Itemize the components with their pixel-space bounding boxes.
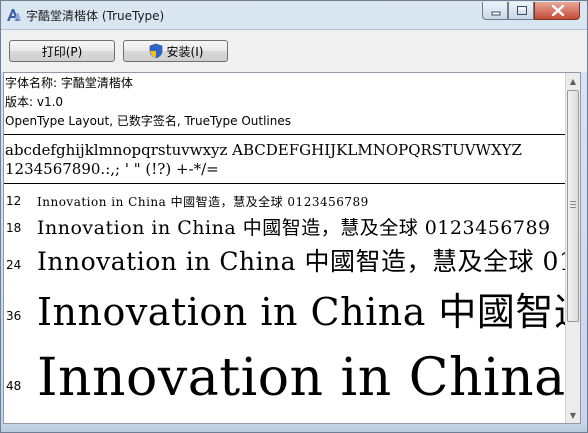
scroll-up-arrow-icon[interactable]: ▲ — [566, 73, 580, 89]
sample-text: Innovation in China 中國智造，慧及全球 0123456789 — [37, 195, 369, 209]
sample-size-label: 12 — [6, 194, 22, 208]
sample-text: Innovation in China 中國智造，慧及全球 0123456789 — [37, 348, 567, 408]
divider — [4, 134, 567, 135]
maximize-button[interactable] — [508, 2, 534, 20]
scrollbar-thumb[interactable] — [567, 90, 579, 322]
scroll-down-arrow-icon[interactable]: ▼ — [566, 407, 580, 423]
charset-digits: 1234567890.:,; ' " (!?) +-*/= — [5, 160, 219, 178]
install-label: 安装(I) — [166, 44, 204, 59]
font-app-icon — [5, 7, 21, 23]
minimize-icon — [491, 11, 501, 16]
font-info: 字体名称: 字酷堂清楷体 版本: v1.0 OpenType Layout, 已… — [5, 74, 565, 131]
sample-row-24: 24 Innovation in China 中國智造，慧及全球 0123456… — [4, 241, 567, 281]
sample-text: Innovation in China 中國智造，慧及全球 0123456789 — [37, 290, 567, 334]
toolbar: 打印(P) 安装(I) — [1, 29, 587, 72]
sample-size-label: 24 — [6, 258, 22, 272]
sample-size-label: 18 — [6, 221, 22, 235]
maximize-icon — [517, 6, 527, 15]
print-label: 打印(P) — [41, 44, 83, 59]
sample-row-36: 36 Innovation in China 中國智造，慧及全球 0123456… — [4, 279, 567, 339]
font-viewer-window: 字酷堂清楷体 (TrueType) 打印(P) 安装(I) 字体名称: 字酷堂清… — [0, 0, 588, 433]
charset-preview: abcdefghijklmnopqrstuvwxyz ABCDEFGHIJKLM… — [5, 141, 522, 179]
sample-size-label: 36 — [6, 309, 22, 323]
sample-text: Innovation in China 中國智造，慧及全球 0123456789 — [37, 247, 567, 276]
sample-row-48: 48 Innovation in China 中國智造，慧及全球 0123456… — [4, 333, 567, 413]
sample-row-18: 18 Innovation in China 中國智造，慧及全球 0123456… — [4, 211, 567, 241]
font-features: OpenType Layout, 已数字签名, TrueType Outline… — [5, 114, 292, 128]
font-version: 版本: v1.0 — [5, 95, 64, 109]
window-bottom-border — [1, 425, 587, 432]
uac-shield-icon — [149, 43, 162, 59]
install-button[interactable]: 安装(I) — [123, 40, 228, 62]
sample-size-label: 48 — [6, 379, 22, 393]
charset-letters: abcdefghijklmnopqrstuvwxyz ABCDEFGHIJKLM… — [5, 141, 522, 159]
minimize-button[interactable] — [482, 2, 508, 20]
window-title: 字酷堂清楷体 (TrueType) — [26, 9, 165, 23]
sample-row-12: 12 Innovation in China 中國智造，慧及全球 0123456… — [4, 190, 567, 210]
font-preview-pane[interactable]: 字体名称: 字酷堂清楷体 版本: v1.0 OpenType Layout, 已… — [3, 72, 581, 424]
vertical-scrollbar[interactable]: ▲ ▼ — [565, 73, 580, 423]
title-bar[interactable]: 字酷堂清楷体 (TrueType) — [1, 1, 587, 29]
sample-text: Innovation in China 中國智造，慧及全球 0123456789 — [37, 217, 551, 239]
close-button[interactable] — [534, 2, 580, 20]
font-name: 字体名称: 字酷堂清楷体 — [5, 76, 133, 90]
divider — [4, 183, 567, 184]
print-button[interactable]: 打印(P) — [9, 40, 115, 62]
close-icon — [551, 4, 565, 17]
